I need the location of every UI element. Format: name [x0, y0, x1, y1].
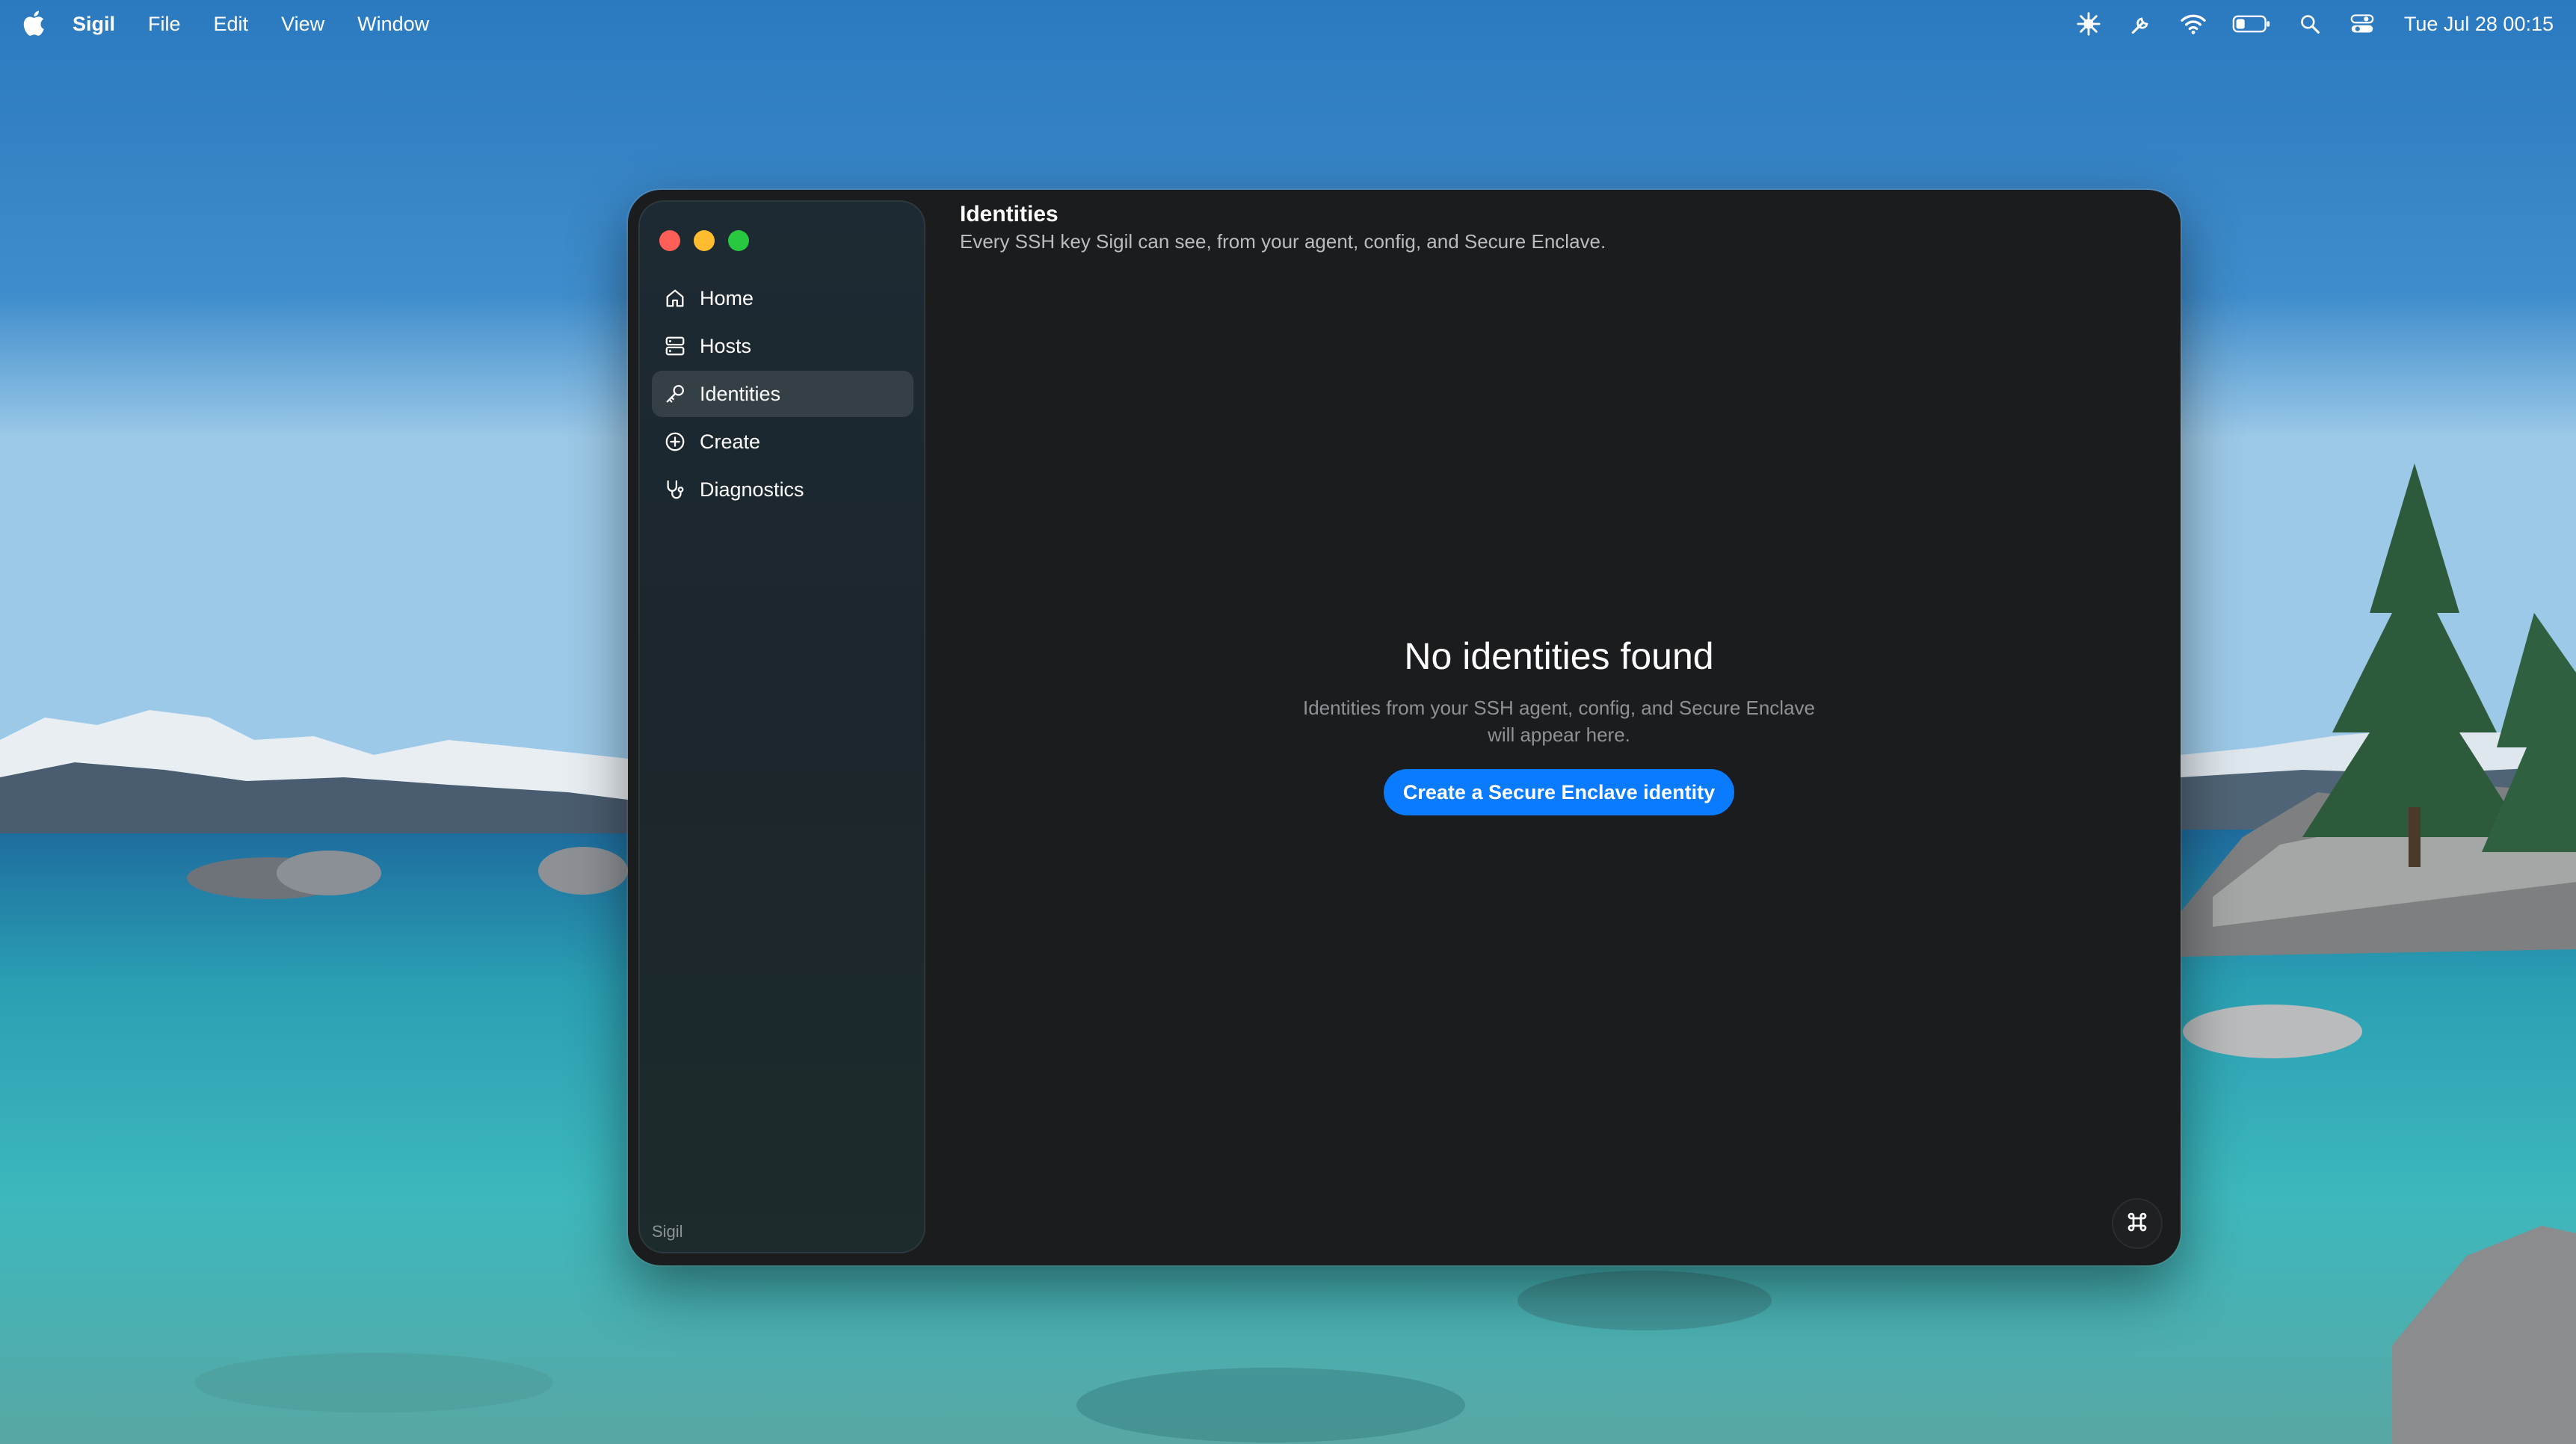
server-icon [662, 333, 688, 359]
command-palette-button[interactable] [2112, 1198, 2163, 1249]
tools-icon[interactable] [2126, 9, 2156, 39]
sidebar-item-label: Diagnostics [700, 478, 804, 501]
menu-app-name[interactable]: Sigil [73, 13, 115, 36]
sidebar-item-hosts[interactable]: Hosts [652, 323, 913, 369]
menu-bar: Sigil File Edit View Window Tue Jul 28 0… [0, 0, 2576, 48]
traffic-lights [659, 230, 762, 251]
empty-state-line-2: will appear here. [1488, 723, 1630, 746]
sidebar-item-diagnostics[interactable]: Diagnostics [652, 466, 913, 513]
sidebar-item-label: Hosts [700, 334, 752, 357]
sidebar: Home Hosts Identities Create Diagnostics… [638, 200, 925, 1253]
empty-state: No identities found Identities from your… [937, 635, 2181, 815]
spotlight-search-icon[interactable] [2295, 9, 2325, 39]
main-content: Identities Every SSH key Sigil can see, … [937, 190, 2181, 1265]
sidebar-item-create[interactable]: Create [652, 419, 913, 465]
menu-view[interactable]: View [281, 13, 324, 36]
control-center-icon[interactable] [2347, 9, 2377, 39]
command-icon [2125, 1210, 2149, 1238]
zoom-window-button[interactable] [728, 230, 749, 251]
page-subtitle: Every SSH key Sigil can see, from your a… [960, 230, 1606, 253]
sidebar-item-label: Create [700, 430, 761, 453]
sidebar-item-label: Identities [700, 382, 781, 405]
stethoscope-icon [662, 477, 688, 502]
key-icon [662, 381, 688, 407]
menu-window[interactable]: Window [357, 13, 429, 36]
plus-circle-icon [662, 429, 688, 454]
sidebar-footer-app-name: Sigil [652, 1222, 683, 1241]
sidebar-nav: Home Hosts Identities Create Diagnostics [652, 275, 913, 514]
menu-edit[interactable]: Edit [214, 13, 249, 36]
minimize-window-button[interactable] [694, 230, 715, 251]
menu-bar-clock[interactable]: Tue Jul 28 00:15 [2404, 13, 2554, 36]
screen-sharing-icon[interactable] [2074, 9, 2104, 39]
create-secure-enclave-identity-button[interactable]: Create a Secure Enclave identity [1383, 769, 1735, 815]
sidebar-item-home[interactable]: Home [652, 275, 913, 321]
empty-state-description: Identities from your SSH agent, config, … [937, 694, 2181, 748]
empty-state-line-1: Identities from your SSH agent, config, … [1302, 697, 1816, 719]
sidebar-item-identities[interactable]: Identities [652, 371, 913, 417]
sidebar-item-label: Home [700, 286, 754, 309]
empty-state-title: No identities found [1404, 635, 1714, 677]
apple-logo-icon[interactable] [21, 9, 45, 37]
menu-file[interactable]: File [148, 13, 181, 36]
house-icon [662, 286, 688, 311]
battery-icon[interactable] [2231, 9, 2273, 39]
wifi-icon[interactable] [2178, 9, 2208, 39]
page-title: Identities [960, 202, 1059, 226]
app-window: Home Hosts Identities Create Diagnostics… [628, 190, 2181, 1265]
close-window-button[interactable] [659, 230, 680, 251]
